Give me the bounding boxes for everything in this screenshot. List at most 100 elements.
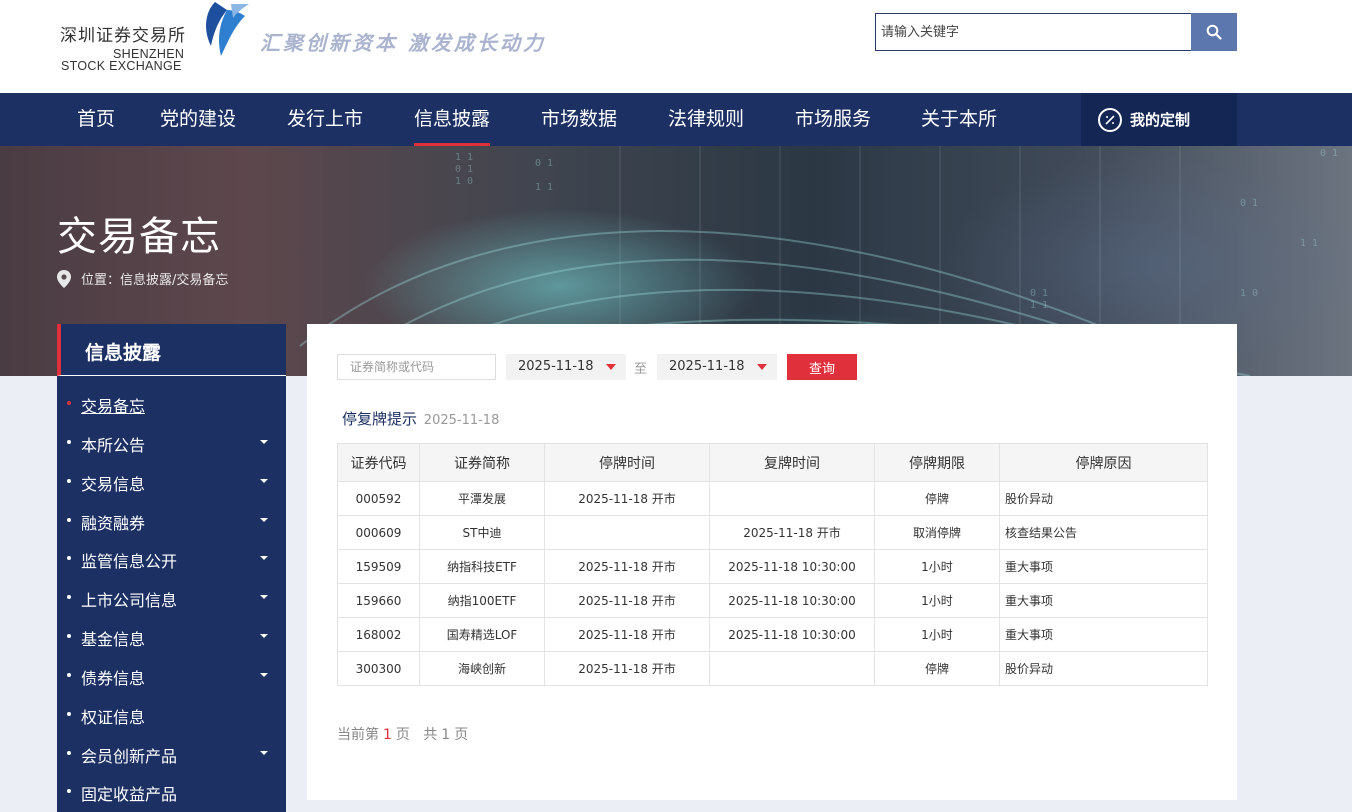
table-row: 168002 国寿精选LOF 2025-11-18 开市 2025-11-18 … [337,617,1208,652]
slogan: 汇聚创新资本 激发成长动力 [260,31,546,55]
logo-chinese-name: 深圳证券交易所 [60,26,186,46]
svg-text:0 1: 0 1 [1240,198,1258,209]
sidebar-item-fund-info[interactable]: 基金信息 [57,617,286,656]
cell-suspend-time [544,515,710,550]
cell-period: 停牌 [874,481,1000,516]
nav-item-disclosure[interactable]: 信息披露 [414,93,491,146]
date-range-separator: 至 [634,362,648,377]
sidebar-item-regulatory-info[interactable]: 监管信息公开 [57,539,286,578]
cell-resume-time: 2025-11-18 10:30:00 [709,583,875,618]
cell-name: 平潭发展 [419,481,545,516]
bullet-icon [67,440,71,444]
date-from-value: 2025-11-18 [518,359,594,374]
table-row: 159660 纳指100ETF 2025-11-18 开市 2025-11-18… [337,583,1208,618]
szse-logo[interactable]: 深圳证券交易所 SHENZHEN STOCK EXCHANGE [60,0,250,80]
chevron-down-icon [260,673,268,677]
svg-text:1 0: 1 0 [455,176,473,187]
table-header-row: 证券代码 证券简称 停牌时间 复牌时间 停牌期限 停牌原因 [337,443,1208,482]
date-from-select[interactable]: 2025-11-18 [506,354,626,380]
pager-page-word: 页 [395,727,410,743]
sidebar-item-label: 债券信息 [81,669,146,688]
security-search-input[interactable] [337,354,496,380]
nav-item-rules[interactable]: 法律规则 [668,93,744,146]
cell-name: 纳指科技ETF [419,549,545,584]
cell-period: 取消停牌 [874,515,1000,550]
cell-name: 国寿精选LOF [419,617,545,652]
cell-name: 海峡创新 [419,651,545,686]
date-to-value: 2025-11-18 [669,359,745,374]
bullet-icon [67,479,71,483]
chevron-down-icon [260,440,268,444]
cell-suspend-time: 2025-11-18 开市 [544,481,710,516]
svg-text:0 1: 0 1 [455,164,473,175]
query-button[interactable]: 查询 [787,354,857,380]
chevron-down-icon [260,751,268,755]
site-header: 深圳证券交易所 SHENZHEN STOCK EXCHANGE 汇聚创新资本 激… [0,0,1352,93]
column-header: 证券代码 [337,443,420,482]
cell-reason: 重大事项 [999,583,1208,618]
sidebar-item-margin-trading[interactable]: 融资融券 [57,501,286,540]
search-icon [1206,24,1222,40]
cell-suspend-time: 2025-11-18 开市 [544,549,710,584]
sidebar-item-fixed-income[interactable]: 固定收益产品 [57,772,286,811]
sidebar-item-label: 固定收益产品 [81,785,178,804]
bullet-icon [67,401,71,405]
column-header: 复牌时间 [709,443,875,482]
table-row: 159509 纳指科技ETF 2025-11-18 开市 2025-11-18 … [337,549,1208,584]
location-pin-icon [57,269,71,288]
pager-current: 1 [383,727,392,743]
sidebar-item-label: 融资融券 [81,514,146,533]
nav-item-home[interactable]: 首页 [77,93,115,146]
cell-suspend-time: 2025-11-18 开市 [544,617,710,652]
cell-resume-time [709,481,875,516]
cell-reason: 股价异动 [999,651,1208,686]
chevron-down-icon [260,518,268,522]
sidebar-item-trading-memo[interactable]: 交易备忘 [57,384,286,423]
cell-period: 停牌 [874,651,1000,686]
cell-name: ST中迪 [419,515,545,550]
cell-period: 1小时 [874,617,1000,652]
customize-icon [1098,107,1122,132]
bullet-icon [67,595,71,599]
svg-text:1 1: 1 1 [455,152,473,163]
search-input[interactable] [875,13,1191,51]
sidebar-item-label: 权证信息 [81,708,146,727]
svg-text:1 1: 1 1 [1300,238,1318,249]
cell-code: 000592 [337,481,420,516]
sidebar-item-bond-info[interactable]: 债券信息 [57,656,286,695]
sidebar-item-label: 基金信息 [81,630,146,649]
logo-mark-icon [206,2,249,56]
cell-code: 300300 [337,651,420,686]
breadcrumb: 位置：信息披露/交易备忘 [57,269,228,288]
nav-item-market-data[interactable]: 市场数据 [541,93,617,146]
section-title-text: 停复牌提示 [342,410,418,428]
bullet-icon [67,712,71,716]
nav-item-about[interactable]: 关于本所 [921,93,997,146]
chevron-down-icon [260,595,268,599]
sidebar-item-trading-info[interactable]: 交易信息 [57,462,286,501]
my-custom-button[interactable]: 我的定制 [1081,93,1237,146]
pager-prefix: 当前第 [337,727,379,743]
cell-code: 159660 [337,583,420,618]
dropdown-arrow-icon [757,364,767,370]
sidebar-item-label: 交易信息 [81,475,146,494]
sidebar-item-member-products[interactable]: 会员创新产品 [57,734,286,773]
breadcrumb-text: 位置：信息披露/交易备忘 [81,273,229,288]
column-header: 停牌原因 [999,443,1208,482]
chevron-down-icon [260,556,268,560]
sidebar-item-warrant-info[interactable]: 权证信息 [57,695,286,734]
cell-period: 1小时 [874,583,1000,618]
cell-code: 000609 [337,515,420,550]
search-button[interactable] [1191,13,1237,51]
sidebar-item-announcements[interactable]: 本所公告 [57,423,286,462]
nav-item-services[interactable]: 市场服务 [795,93,871,146]
sidebar-item-listed-company[interactable]: 上市公司信息 [57,578,286,617]
date-to-select[interactable]: 2025-11-18 [657,354,777,380]
sidebar-item-label: 交易备忘 [81,397,146,416]
sidebar-item-label: 监管信息公开 [81,552,178,571]
svg-text:1 0: 1 0 [1240,288,1258,299]
nav-item-party-building[interactable]: 党的建设 [160,93,236,146]
sidebar-item-label: 本所公告 [81,436,146,455]
column-header: 证券简称 [419,443,545,482]
nav-item-listing[interactable]: 发行上市 [287,93,363,146]
